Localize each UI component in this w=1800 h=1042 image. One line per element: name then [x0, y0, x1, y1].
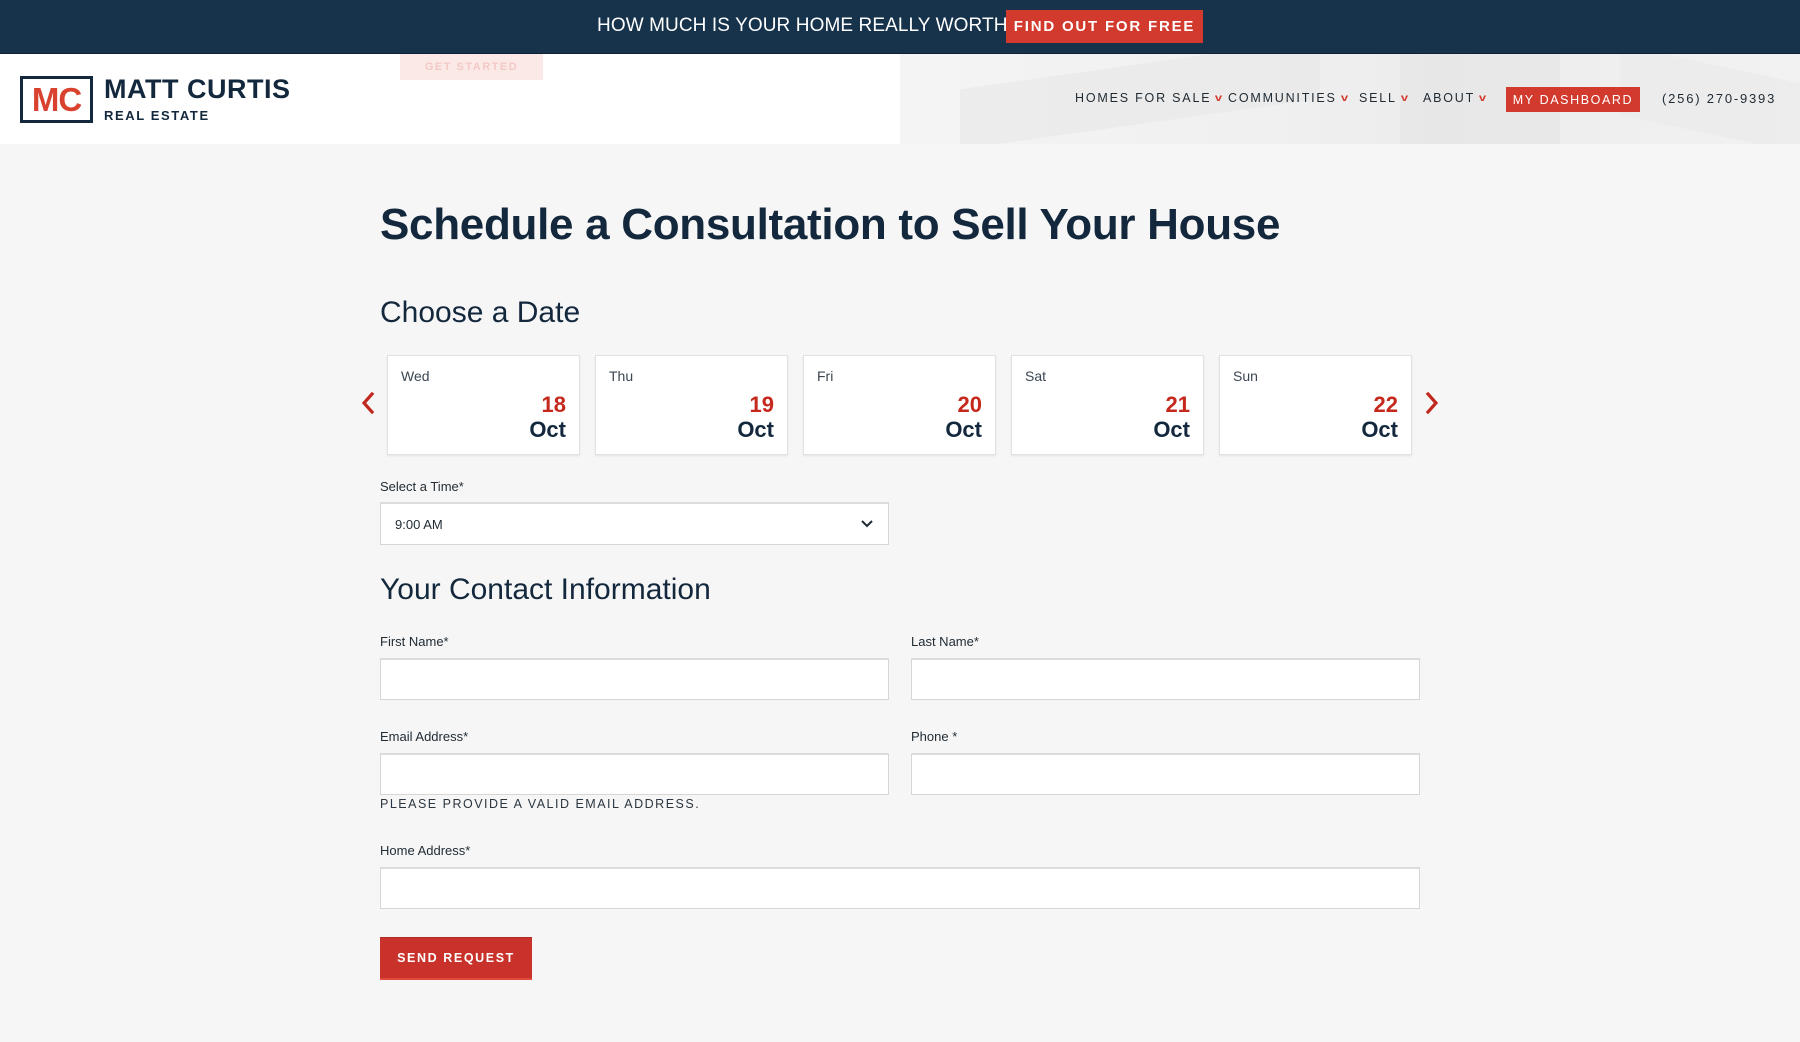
chevron-down-icon — [861, 520, 873, 528]
chevron-down-icon: v — [1215, 92, 1225, 104]
nav-label: HOMES FOR SALE — [1075, 91, 1212, 105]
phone-input[interactable] — [911, 753, 1420, 795]
first-name-label: First Name* — [380, 634, 449, 649]
nav-communities[interactable]: COMMUNITIES v — [1228, 91, 1349, 105]
date-card[interactable]: Wed 18 Oct — [387, 355, 580, 455]
nav-label: COMMUNITIES — [1228, 91, 1337, 105]
prev-dates-button[interactable] — [357, 388, 379, 418]
email-input[interactable] — [380, 753, 889, 795]
chevron-down-icon: v — [1478, 92, 1489, 104]
nav-about[interactable]: ABOUT v — [1423, 91, 1487, 105]
date-month: Oct — [737, 417, 774, 442]
date-card[interactable]: Fri 20 Oct — [803, 355, 996, 455]
site-header: GET STARTED MC MATT CURTIS REAL ESTATE H… — [0, 54, 1800, 144]
date-weekday: Sun — [1233, 368, 1258, 384]
page-title: Schedule a Consultation to Sell Your Hou… — [380, 200, 1281, 249]
phone-label: Phone * — [911, 729, 958, 744]
date-card[interactable]: Thu 19 Oct — [595, 355, 788, 455]
date-weekday: Thu — [609, 368, 634, 384]
phone-link[interactable]: (256) 270-9393 — [1662, 91, 1776, 106]
time-select[interactable]: 9:00 AM — [380, 502, 889, 545]
chevron-left-icon — [361, 391, 375, 415]
promo-bar: HOW MUCH IS YOUR HOME REALLY WORTH? FIND… — [0, 0, 1800, 54]
date-month: Oct — [945, 417, 982, 442]
time-label: Select a Time* — [380, 479, 464, 494]
date-card[interactable]: Sun 22 Oct — [1219, 355, 1412, 455]
date-day: 19 — [749, 392, 774, 417]
date-weekday: Sat — [1025, 368, 1047, 384]
date-day: 18 — [541, 392, 566, 417]
last-name-input[interactable] — [911, 658, 1420, 700]
send-request-button[interactable]: SEND REQUEST — [380, 937, 532, 980]
first-name-input[interactable] — [380, 658, 889, 700]
chevron-down-icon: v — [1340, 92, 1351, 104]
find-out-for-free-button[interactable]: FIND OUT FOR FREE — [1006, 10, 1203, 43]
date-month: Oct — [1361, 417, 1398, 442]
my-dashboard-button[interactable]: MY DASHBOARD — [1506, 87, 1640, 112]
nav-label: ABOUT — [1423, 91, 1476, 105]
home-address-input[interactable] — [380, 867, 1420, 909]
date-day: 21 — [1165, 392, 1190, 417]
date-weekday: Fri — [817, 368, 834, 384]
nav-homes-for-sale[interactable]: HOMES FOR SALE v — [1075, 91, 1224, 105]
email-validation-message: PLEASE PROVIDE A VALID EMAIL ADDRESS. — [380, 797, 701, 811]
time-select-value: 9:00 AM — [395, 516, 443, 532]
nav-sell[interactable]: SELL v — [1359, 91, 1409, 105]
home-address-label: Home Address* — [380, 843, 471, 858]
date-weekday: Wed — [401, 368, 430, 384]
date-month: Oct — [529, 417, 566, 442]
contact-info-heading: Your Contact Information — [380, 573, 711, 606]
next-dates-button[interactable] — [1421, 388, 1443, 418]
main-nav: HOMES FOR SALE v COMMUNITIES v SELL v AB… — [0, 54, 1800, 144]
date-day: 20 — [957, 392, 982, 417]
date-day: 22 — [1373, 392, 1398, 417]
choose-date-heading: Choose a Date — [380, 296, 581, 329]
email-label: Email Address* — [380, 729, 469, 744]
nav-label: SELL — [1359, 91, 1397, 105]
last-name-label: Last Name* — [911, 634, 979, 649]
date-month: Oct — [1153, 417, 1190, 442]
date-card[interactable]: Sat 21 Oct — [1011, 355, 1204, 455]
chevron-right-icon — [1425, 391, 1439, 415]
chevron-down-icon: v — [1400, 92, 1411, 104]
promo-text: HOW MUCH IS YOUR HOME REALLY WORTH? — [597, 15, 1019, 36]
